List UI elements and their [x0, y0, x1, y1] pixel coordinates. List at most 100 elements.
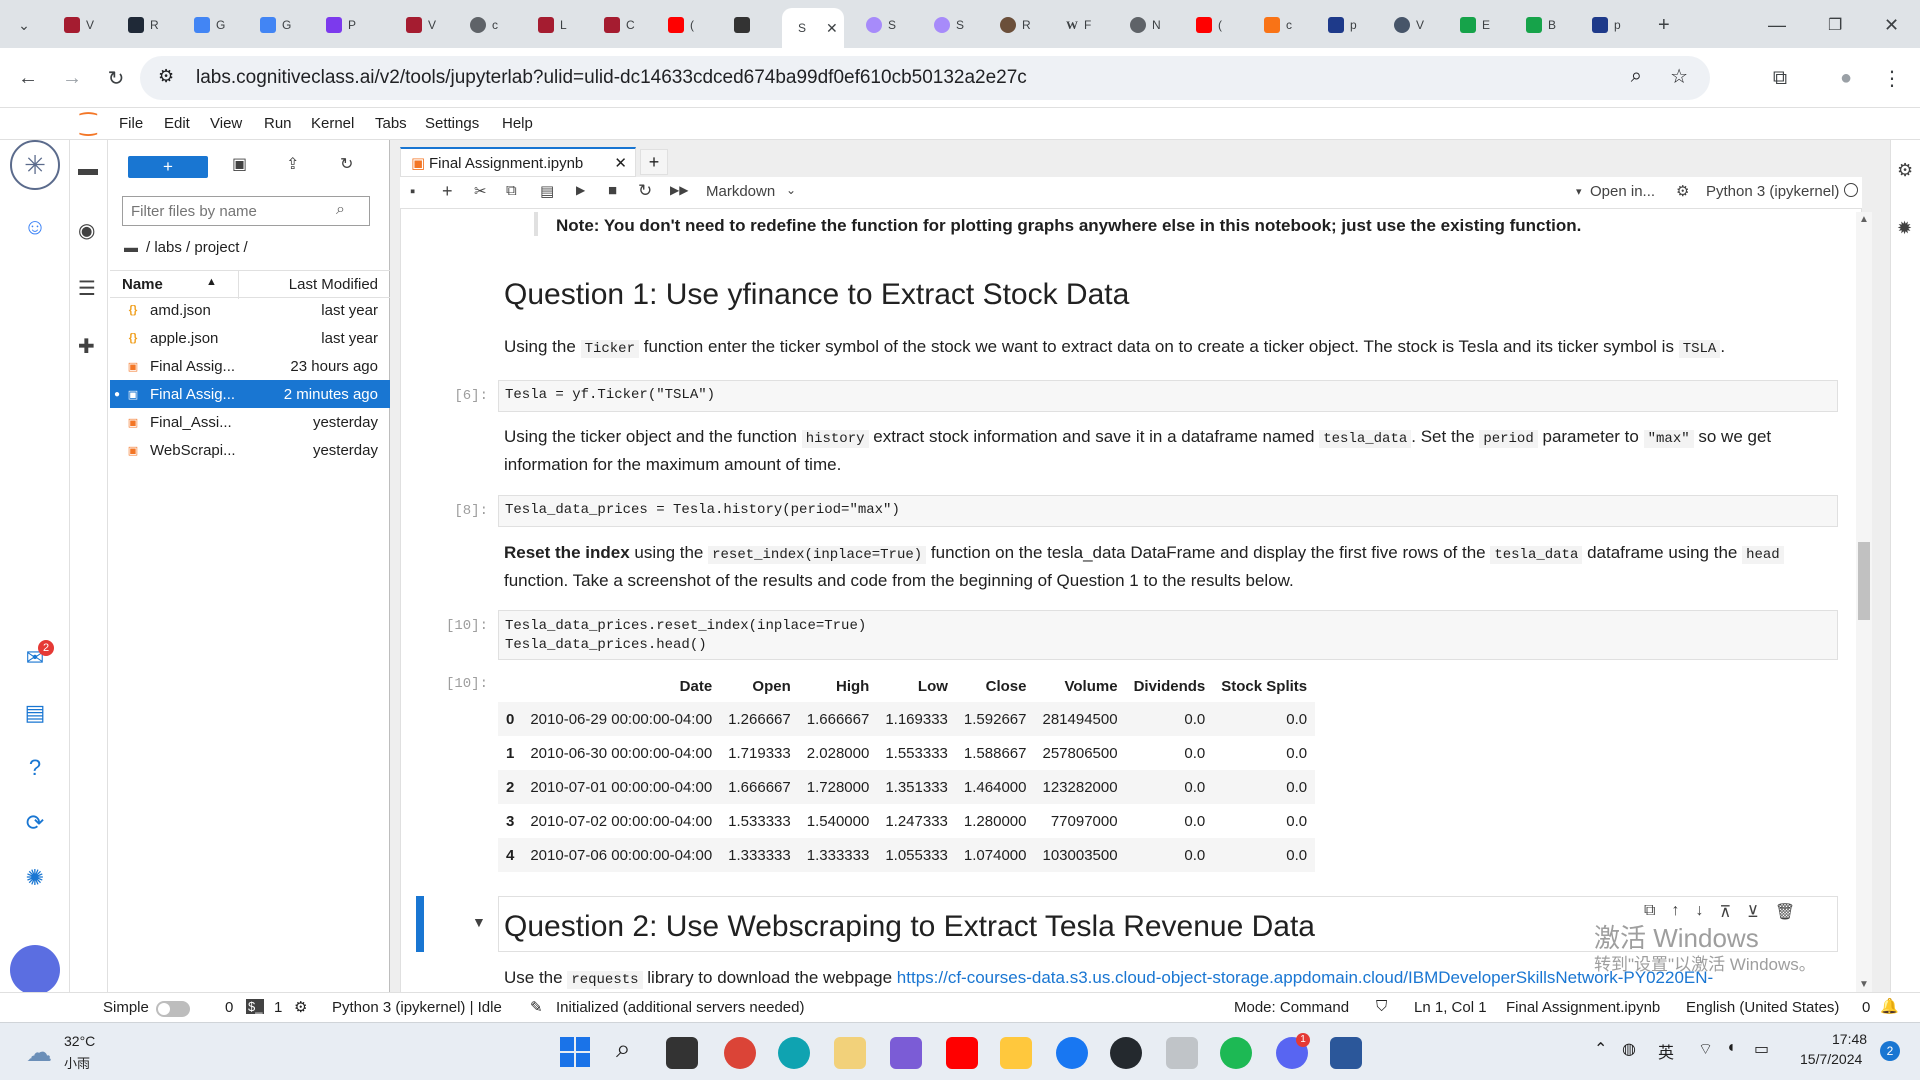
property-inspector-icon[interactable]: ⚙: [1897, 160, 1913, 181]
ime-indicator[interactable]: 英: [1658, 1039, 1674, 1063]
browser-tab[interactable]: [726, 10, 758, 40]
restore-button[interactable]: ❐: [1820, 10, 1850, 40]
run-icon[interactable]: ▶: [576, 183, 585, 197]
language-status[interactable]: English (United States): [1686, 999, 1839, 1016]
gear-icon[interactable]: ⚙: [1676, 182, 1689, 200]
site-settings-icon[interactable]: ⚙: [158, 66, 174, 87]
github-icon[interactable]: [1110, 1037, 1142, 1069]
scroll-up-icon[interactable]: ▲: [1859, 214, 1869, 225]
delete-cell-icon[interactable]: 🗑: [1775, 902, 1795, 922]
paste-icon[interactable]: ▤: [540, 182, 554, 200]
terminals-count[interactable]: 0: [225, 999, 233, 1016]
browser-tab[interactable]: c: [462, 10, 506, 40]
browser-tab[interactable]: c: [1256, 10, 1300, 40]
browser-tab[interactable]: S: [926, 10, 972, 40]
cursor-position[interactable]: Ln 1, Col 1: [1414, 999, 1487, 1016]
webpage-link[interactable]: https://cf-courses-data.s3.us.cloud-obje…: [897, 968, 1713, 987]
browser-tab[interactable]: p: [1584, 10, 1629, 40]
notification-badge[interactable]: 2: [1880, 1041, 1900, 1061]
new-tab-button[interactable]: +: [640, 149, 668, 175]
kernel-status[interactable]: Python 3 (ipykernel) | Idle: [332, 999, 502, 1016]
task-view-icon[interactable]: [666, 1037, 698, 1069]
files-icon[interactable]: [834, 1037, 866, 1069]
browser-tab[interactable]: WF: [1058, 10, 1099, 40]
menu-run[interactable]: Run: [264, 115, 292, 132]
help-icon[interactable]: ?: [17, 750, 53, 786]
theme-icon[interactable]: ✺: [17, 860, 53, 896]
browser-tab[interactable]: R: [120, 10, 167, 40]
browser-tab[interactable]: L: [530, 10, 575, 40]
menu-kernel[interactable]: Kernel: [311, 115, 354, 132]
menu-tabs[interactable]: Tabs: [375, 115, 407, 132]
battery-icon[interactable]: ▭: [1754, 1039, 1769, 1059]
browser-tab[interactable]: S: [858, 10, 904, 40]
menu-edit[interactable]: Edit: [164, 115, 190, 132]
chat-bot-icon[interactable]: ☺: [17, 209, 53, 245]
file-row[interactable]: {} amd.json last year: [110, 296, 390, 324]
restart-icon[interactable]: ↻: [638, 181, 652, 201]
forward-icon[interactable]: →: [56, 62, 88, 94]
profile-icon[interactable]: ●: [1830, 62, 1862, 94]
browser-tab[interactable]: (: [660, 10, 702, 40]
browser-tab[interactable]: V: [56, 10, 102, 40]
menu-help[interactable]: Help: [502, 115, 533, 132]
file-row[interactable]: ▣ Final Assig... 23 hours ago: [110, 352, 390, 380]
menu-settings[interactable]: Settings: [425, 115, 479, 132]
save-icon[interactable]: ▪: [410, 183, 415, 200]
code-cell-6[interactable]: Tesla = yf.Ticker("TSLA"): [498, 380, 1838, 412]
running-icon[interactable]: ◉: [78, 218, 95, 243]
upload-icon[interactable]: ⇪: [286, 154, 299, 174]
bell-icon[interactable]: 🔔: [1880, 997, 1899, 1015]
search-icon[interactable]: ⌕: [616, 1033, 631, 1065]
insert-cell-icon[interactable]: +: [442, 181, 453, 202]
modified-column-header[interactable]: Last Modified: [289, 276, 378, 293]
browser-tab[interactable]: R: [992, 10, 1039, 40]
sync-icon[interactable]: ⟳: [17, 805, 53, 841]
docs-icon[interactable]: ▤: [17, 695, 53, 731]
clock-time[interactable]: 17:48: [1832, 1031, 1867, 1047]
new-tab-button[interactable]: +: [1650, 10, 1678, 40]
zoom-icon[interactable]: ⌕: [1631, 65, 1642, 88]
facebook-icon[interactable]: [1056, 1037, 1088, 1069]
breadcrumb[interactable]: / labs / project /: [146, 239, 248, 256]
cell-type-select[interactable]: Markdown: [706, 183, 775, 200]
back-icon[interactable]: ←: [12, 62, 44, 94]
word-icon[interactable]: [1330, 1037, 1362, 1069]
folder-icon[interactable]: ▬: [78, 158, 98, 181]
wifi-icon[interactable]: ⌔: [1698, 1039, 1713, 1059]
chrome-icon[interactable]: [724, 1037, 756, 1069]
menu-file[interactable]: File: [119, 115, 143, 132]
minimize-button[interactable]: —: [1760, 10, 1794, 40]
name-column-header[interactable]: Name: [122, 276, 163, 293]
menu-dots-icon[interactable]: ⋮: [1876, 62, 1908, 94]
edge-icon[interactable]: [778, 1037, 810, 1069]
mode-status[interactable]: Mode: Command: [1234, 999, 1349, 1016]
file-row[interactable]: ▣ Final_Assi... yesterday: [110, 408, 390, 436]
filter-files-input[interactable]: [122, 196, 370, 226]
kernels-count[interactable]: 1: [274, 999, 282, 1016]
close-tab-icon[interactable]: ✕: [614, 154, 627, 172]
file-row-selected[interactable]: ● ▣ Final Assig... 2 minutes ago: [110, 380, 390, 408]
browser-tab[interactable]: B: [1518, 10, 1564, 40]
skills-network-logo-icon[interactable]: ✳: [10, 140, 60, 190]
scrollbar-thumb[interactable]: [1858, 542, 1870, 620]
notification-count[interactable]: 0: [1862, 999, 1870, 1016]
browser-tab[interactable]: P: [318, 10, 364, 40]
refresh-icon[interactable]: ↻: [340, 154, 353, 174]
start-icon[interactable]: [560, 1037, 590, 1067]
stop-icon[interactable]: ■: [608, 182, 617, 199]
close-window-button[interactable]: ✕: [1876, 10, 1907, 40]
browser-tab[interactable]: V: [398, 10, 444, 40]
explorer-icon[interactable]: [1000, 1037, 1032, 1069]
browser-tab[interactable]: G: [252, 10, 299, 40]
app-icon[interactable]: [890, 1037, 922, 1069]
fast-forward-icon[interactable]: ▶▶: [670, 183, 688, 197]
simple-mode-toggle[interactable]: [156, 1001, 190, 1017]
weather-temp[interactable]: 32°C: [64, 1033, 95, 1049]
notebook-scrollbar[interactable]: ▲ ▼: [1856, 212, 1872, 992]
browser-tab[interactable]: G: [186, 10, 233, 40]
spotify-icon[interactable]: [1220, 1037, 1252, 1069]
address-bar[interactable]: ⚙ labs.cognitiveclass.ai/v2/tools/jupyte…: [140, 56, 1710, 100]
file-row[interactable]: {} apple.json last year: [110, 324, 390, 352]
browser-tab[interactable]: C: [596, 10, 643, 40]
